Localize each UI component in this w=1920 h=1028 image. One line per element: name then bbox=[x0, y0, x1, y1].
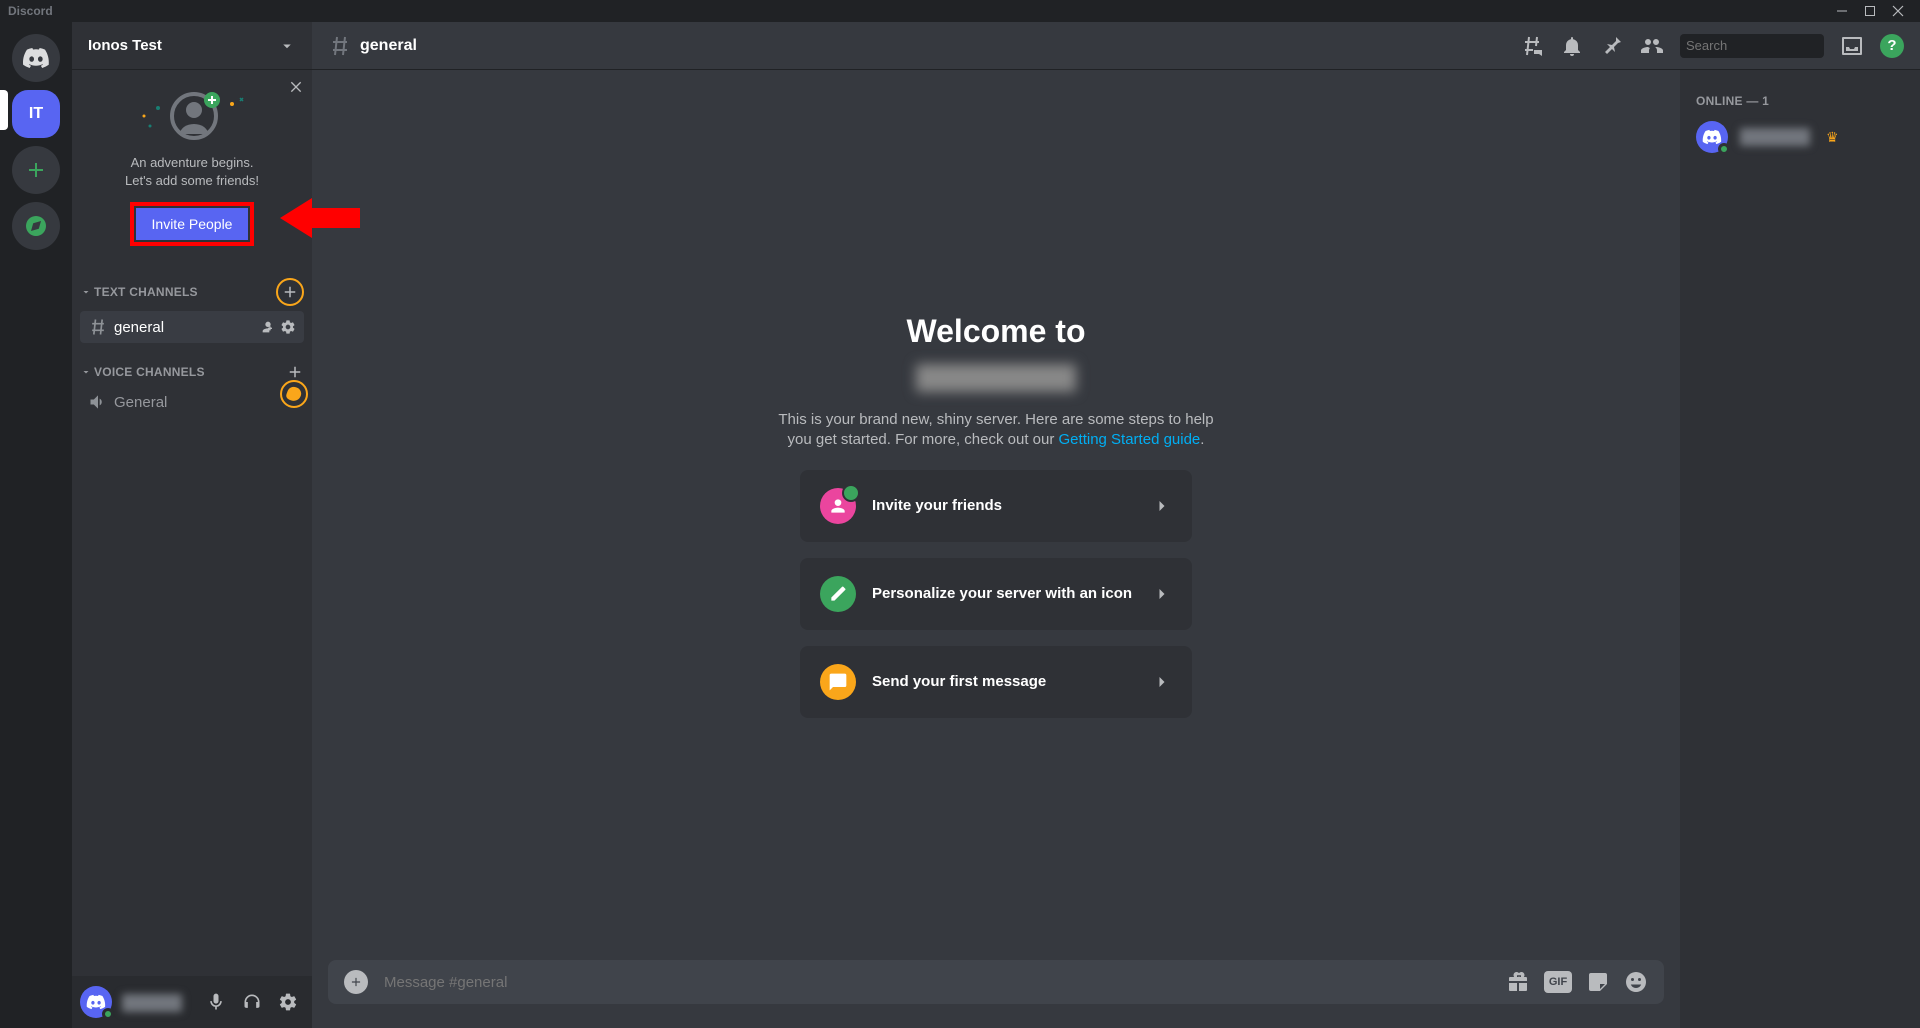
search-box[interactable] bbox=[1680, 34, 1824, 58]
hash-icon bbox=[328, 34, 352, 58]
chevron-down-icon bbox=[278, 37, 296, 55]
redacted-server-name bbox=[916, 364, 1076, 392]
members-group-header: ONLINE — 1 bbox=[1688, 86, 1912, 116]
chevron-right-icon bbox=[1152, 672, 1172, 692]
user-settings-button[interactable] bbox=[272, 986, 304, 1018]
guild-selection-pill bbox=[0, 90, 8, 130]
channel-title: general bbox=[360, 37, 1512, 55]
annotation-highlight-box: Invite People bbox=[130, 202, 255, 246]
welcome-desc-b: . bbox=[1200, 431, 1204, 448]
personalize-icon bbox=[820, 576, 856, 612]
guild-initials: IT bbox=[29, 105, 43, 123]
emoji-icon[interactable] bbox=[1624, 970, 1648, 994]
invite-card-close[interactable] bbox=[288, 78, 304, 99]
notice-ring-icon bbox=[280, 380, 308, 408]
attach-button[interactable] bbox=[344, 970, 368, 994]
gif-label: GIF bbox=[1549, 976, 1567, 988]
card-first-message[interactable]: Send your first message bbox=[800, 646, 1192, 718]
gear-icon[interactable] bbox=[280, 319, 296, 335]
current-user-avatar[interactable] bbox=[80, 986, 112, 1018]
welcome-description: This is your brand new, shiny server. He… bbox=[776, 410, 1216, 450]
member-list-icon[interactable] bbox=[1640, 34, 1664, 58]
current-user-info[interactable] bbox=[122, 992, 196, 1012]
member-avatar bbox=[1696, 121, 1728, 153]
window-minimize-button[interactable] bbox=[1828, 0, 1856, 22]
message-input[interactable] bbox=[384, 974, 1490, 991]
speaker-icon bbox=[88, 392, 108, 412]
card-label: Personalize your server with an icon bbox=[872, 585, 1136, 602]
notifications-icon[interactable] bbox=[1560, 34, 1584, 58]
help-label: ? bbox=[1887, 37, 1896, 54]
sticker-icon[interactable] bbox=[1586, 970, 1610, 994]
help-button[interactable]: ? bbox=[1880, 34, 1904, 58]
redacted-username bbox=[122, 994, 182, 1012]
deafen-button[interactable] bbox=[236, 986, 268, 1018]
channels-list: TEXT CHANNELS general VOICE CHANNELS bbox=[72, 262, 312, 976]
chevron-right-icon bbox=[1152, 496, 1172, 516]
chevron-right-icon bbox=[1152, 584, 1172, 604]
app-name: Discord bbox=[8, 4, 53, 18]
channel-name: general bbox=[114, 319, 260, 336]
invite-text-2: Let's add some friends! bbox=[88, 172, 296, 190]
create-voice-channel-button[interactable] bbox=[286, 363, 304, 381]
members-sidebar: ONLINE — 1 ♛ bbox=[1680, 70, 1920, 1028]
chevron-down-icon bbox=[80, 286, 92, 298]
home-button[interactable] bbox=[12, 34, 60, 82]
window-maximize-button[interactable] bbox=[1856, 0, 1884, 22]
channel-sidebar: Ionos Test bbox=[72, 22, 312, 1028]
create-invite-icon[interactable] bbox=[260, 319, 276, 335]
status-online-icon bbox=[102, 1008, 114, 1020]
channel-general-text[interactable]: general bbox=[80, 311, 304, 343]
titlebar: Discord bbox=[0, 0, 1920, 22]
mute-button[interactable] bbox=[200, 986, 232, 1018]
status-online-icon bbox=[1718, 143, 1730, 155]
create-text-channel-button[interactable] bbox=[276, 278, 304, 306]
text-channels-label: TEXT CHANNELS bbox=[94, 285, 276, 299]
server-owner-crown-icon: ♛ bbox=[1826, 129, 1839, 146]
channel-name: General bbox=[114, 394, 296, 411]
channel-general-voice[interactable]: General bbox=[80, 386, 304, 418]
gift-icon[interactable] bbox=[1506, 970, 1530, 994]
message-composer: GIF bbox=[312, 960, 1680, 1028]
invite-people-button[interactable]: Invite People bbox=[136, 208, 249, 240]
hash-icon bbox=[88, 317, 108, 337]
server-name: Ionos Test bbox=[88, 37, 278, 54]
getting-started-link[interactable]: Getting Started guide bbox=[1059, 431, 1201, 448]
chat-area: general ? Welcome to bbox=[312, 22, 1920, 1028]
inbox-icon[interactable] bbox=[1840, 34, 1864, 58]
welcome-panel: Welcome to This is your brand new, shiny… bbox=[312, 70, 1680, 960]
window-close-button[interactable] bbox=[1884, 0, 1912, 22]
invite-illustration bbox=[88, 86, 296, 146]
redacted-member-name bbox=[1740, 128, 1810, 146]
invite-card: An adventure begins. Let's add some frie… bbox=[72, 70, 312, 262]
pinned-icon[interactable] bbox=[1600, 34, 1624, 58]
voice-channels-label: VOICE CHANNELS bbox=[94, 365, 286, 379]
card-label: Invite your friends bbox=[872, 497, 1136, 514]
invite-card-text: An adventure begins. Let's add some frie… bbox=[88, 154, 296, 190]
chevron-down-icon bbox=[80, 366, 92, 378]
user-panel bbox=[72, 976, 312, 1028]
threads-icon[interactable] bbox=[1520, 34, 1544, 58]
explore-servers-button[interactable] bbox=[12, 202, 60, 250]
invite-text-1: An adventure begins. bbox=[88, 154, 296, 172]
guilds-bar: IT bbox=[0, 22, 72, 1028]
search-input[interactable] bbox=[1686, 38, 1862, 53]
card-label: Send your first message bbox=[872, 673, 1136, 690]
gif-button[interactable]: GIF bbox=[1544, 971, 1572, 993]
welcome-title: Welcome to bbox=[907, 313, 1086, 350]
server-header[interactable]: Ionos Test bbox=[72, 22, 312, 70]
member-item[interactable]: ♛ bbox=[1688, 116, 1912, 158]
chat-header: general ? bbox=[312, 22, 1920, 70]
card-personalize-server[interactable]: Personalize your server with an icon bbox=[800, 558, 1192, 630]
add-server-button[interactable] bbox=[12, 146, 60, 194]
messages-area: Welcome to This is your brand new, shiny… bbox=[312, 70, 1680, 1028]
card-invite-friends[interactable]: Invite your friends bbox=[800, 470, 1192, 542]
text-channels-header[interactable]: TEXT CHANNELS bbox=[72, 274, 312, 310]
guild-ionos-test[interactable]: IT bbox=[12, 90, 60, 138]
invite-friends-icon bbox=[820, 488, 856, 524]
first-message-icon bbox=[820, 664, 856, 700]
voice-channels-header[interactable]: VOICE CHANNELS bbox=[72, 359, 312, 385]
